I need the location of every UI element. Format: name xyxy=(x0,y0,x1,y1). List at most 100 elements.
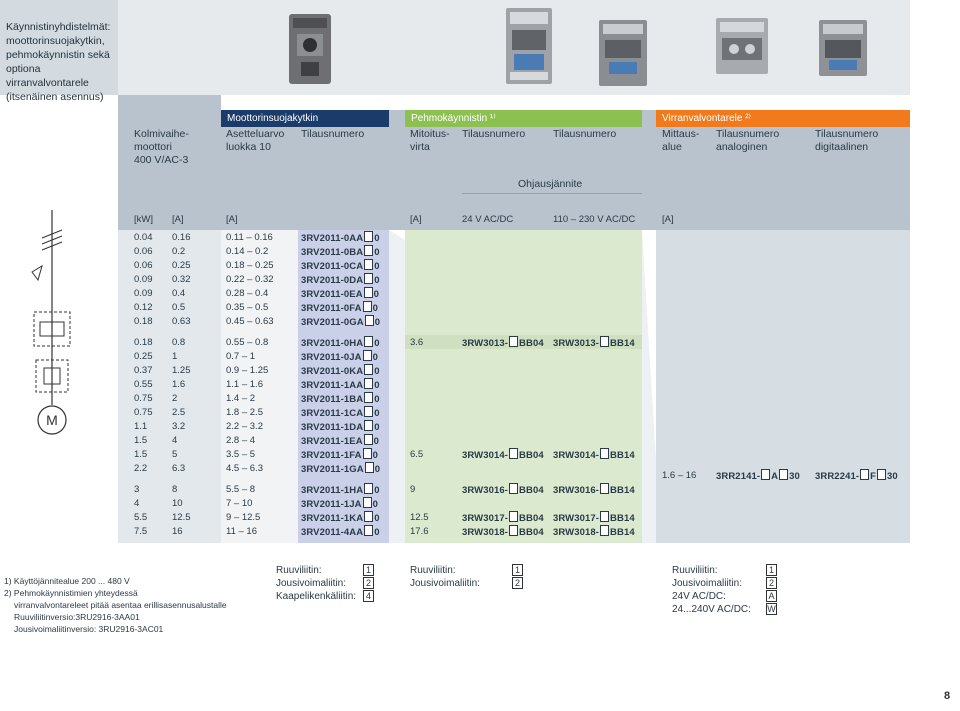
order-code-prefix: 3RW3016- xyxy=(462,485,509,496)
motor-kw: 0.55 xyxy=(134,379,153,390)
motor-current: 0.8 xyxy=(172,337,186,348)
header-setting: Asetteluarvo luokka 10 xyxy=(226,128,285,153)
order-code-end: 0 xyxy=(374,408,380,419)
soft-rated-current: 3.6 xyxy=(410,337,424,348)
mps-order-code: 3RV2011-1BA 0 xyxy=(301,392,380,406)
order-code-text: 3RV2011-1KA xyxy=(301,513,364,524)
order-code-text: 3RV2011-0FA xyxy=(301,303,362,314)
header-order-soft-a: Tilausnumero xyxy=(462,128,526,140)
placeholder-box xyxy=(509,483,519,494)
motor-kw: 0.18 xyxy=(134,316,153,327)
placeholder-box xyxy=(364,525,374,536)
motor-current: 0.4 xyxy=(172,288,186,299)
motor-kw: 0.37 xyxy=(134,365,153,376)
mps-order-code: 3RV2011-0AA 0 xyxy=(301,231,380,245)
setting-range: 7 – 10 xyxy=(226,498,253,509)
header-gap-b xyxy=(642,110,656,127)
setting-range: 0.9 – 1.25 xyxy=(226,365,269,376)
motor-current: 16 xyxy=(172,526,183,537)
motor-current: 0.16 xyxy=(172,232,191,243)
setting-range: 1.1 – 1.6 xyxy=(226,379,263,390)
order-code-text: 3RV2011-0JA xyxy=(301,352,362,363)
placeholder-box xyxy=(600,511,610,522)
motor-current: 5 xyxy=(172,449,178,460)
motor-kw: 1.1 xyxy=(134,421,148,432)
motor-kw: 3 xyxy=(134,484,140,495)
motor-kw: 0.09 xyxy=(134,288,153,299)
placeholder-box xyxy=(363,287,373,298)
mps-order-code: 3RV2011-0CA 0 xyxy=(301,259,380,273)
setting-range: 0.11 – 0.16 xyxy=(226,232,273,243)
setting-range: 1.4 – 2 xyxy=(226,393,256,404)
order-code-text: 3RV2011-0EA xyxy=(301,289,363,300)
header-rated: Mitoitus-virta xyxy=(410,128,450,153)
placeholder-box xyxy=(364,406,374,417)
mps-order-code: 3RV2011-1JA 0 xyxy=(301,497,378,511)
motor-kw: 0.06 xyxy=(134,260,153,271)
setting-range: 11 – 16 xyxy=(226,526,257,537)
order-code-end: 0 xyxy=(374,485,380,496)
soft-rated-current: 17.6 xyxy=(410,526,429,537)
unit-a2: [A] xyxy=(226,214,238,225)
order-code-end: 0 xyxy=(374,527,380,538)
mps-order-code: 3RV2011-0EA 0 xyxy=(301,287,379,301)
soft-order-code-b: 3RW3017- BB14 xyxy=(553,511,635,525)
order-code-text: 3RV2011-0CA xyxy=(301,261,364,272)
placeholder-box xyxy=(600,336,610,347)
order-code-text: 3RV2011-1GA xyxy=(301,464,364,475)
setting-range: 3.5 – 5 xyxy=(226,449,256,460)
header-gap-a xyxy=(389,110,405,127)
order-code-prefix: 3RW3016- xyxy=(553,485,600,496)
soft-rated-current: 12.5 xyxy=(410,512,429,523)
soft-order-code-a: 3RW3016- BB04 xyxy=(462,483,544,497)
order-code-end: 0 xyxy=(372,450,378,461)
header-order-digital: Tilausnumero digitaalinen xyxy=(815,128,879,153)
placeholder-box xyxy=(364,462,374,473)
relay-code-analog: 3RR2141- A 30 xyxy=(716,469,800,482)
relay-code-digital: 3RR2241- F 30 xyxy=(815,469,898,482)
order-code-end: 0 xyxy=(374,247,380,258)
placeholder-box xyxy=(364,364,374,375)
order-code-end: 0 xyxy=(374,366,380,377)
setting-range: 0.7 – 1 xyxy=(226,351,256,362)
placeholder-box xyxy=(362,301,372,312)
order-code-end: 0 xyxy=(374,464,381,475)
order-code-prefix: 3RW3013- xyxy=(553,338,600,349)
mps-order-code: 3RV2011-0HA 0 xyxy=(301,336,380,350)
placeholder-box xyxy=(509,448,519,459)
order-code-text: 3RV2011-0AA xyxy=(301,233,364,244)
motor-kw: 0.25 xyxy=(134,351,153,362)
legend-relay: Ruuviliitin: 1 Jousivoimaliitin: 2 24V AC/… xyxy=(672,564,777,615)
placeholder-box xyxy=(363,434,373,445)
unit-a1: [A] xyxy=(172,214,184,225)
motor-kw: 0.75 xyxy=(134,393,153,404)
motor-current: 0.2 xyxy=(172,246,186,257)
placeholder-box xyxy=(364,273,374,284)
order-code-text: 3RV2011-0DA xyxy=(301,275,364,286)
placeholder-box xyxy=(364,483,374,494)
order-code-end: 0 xyxy=(374,380,380,391)
mps-order-code: 3RV2011-1GA 0 xyxy=(301,462,380,476)
motor-kw: 4 xyxy=(134,498,140,509)
mps-order-code: 3RV2011-0JA 0 xyxy=(301,350,378,364)
order-code-end: 0 xyxy=(373,436,380,447)
soft-order-code-b: 3RW3018- BB14 xyxy=(553,525,635,539)
order-code-end: 0 xyxy=(373,289,380,300)
relay-range: 1.6 – 16 xyxy=(662,470,697,481)
legend-mps: Ruuviliitin: 1 Jousivoimaliitin: 2 Kaapeli… xyxy=(276,564,374,603)
motor-current: 1.6 xyxy=(172,379,186,390)
soft-rated-current: 6.5 xyxy=(410,449,424,460)
order-code-text: 3RV2011-1DA xyxy=(301,422,364,433)
current-monitoring-relay-image-2 xyxy=(819,20,867,76)
placeholder-box xyxy=(364,259,374,270)
order-code-prefix: 3RW3018- xyxy=(462,527,509,538)
placeholder-box xyxy=(364,511,374,522)
order-code-text: 3RV2011-1FA xyxy=(301,450,362,461)
mps-order-code: 3RV2011-1KA 0 xyxy=(301,511,380,525)
band-current-relay: Virranvalvontarele ²⁾ xyxy=(656,110,910,127)
legend-soft: Ruuviliitin: 1 Jousivoimaliitin: 2 xyxy=(410,564,523,590)
order-code-text: 3RV2011-0HA xyxy=(301,338,364,349)
placeholder-box xyxy=(362,448,372,459)
placeholder-box xyxy=(364,420,374,431)
motor-current: 10 xyxy=(172,498,183,509)
